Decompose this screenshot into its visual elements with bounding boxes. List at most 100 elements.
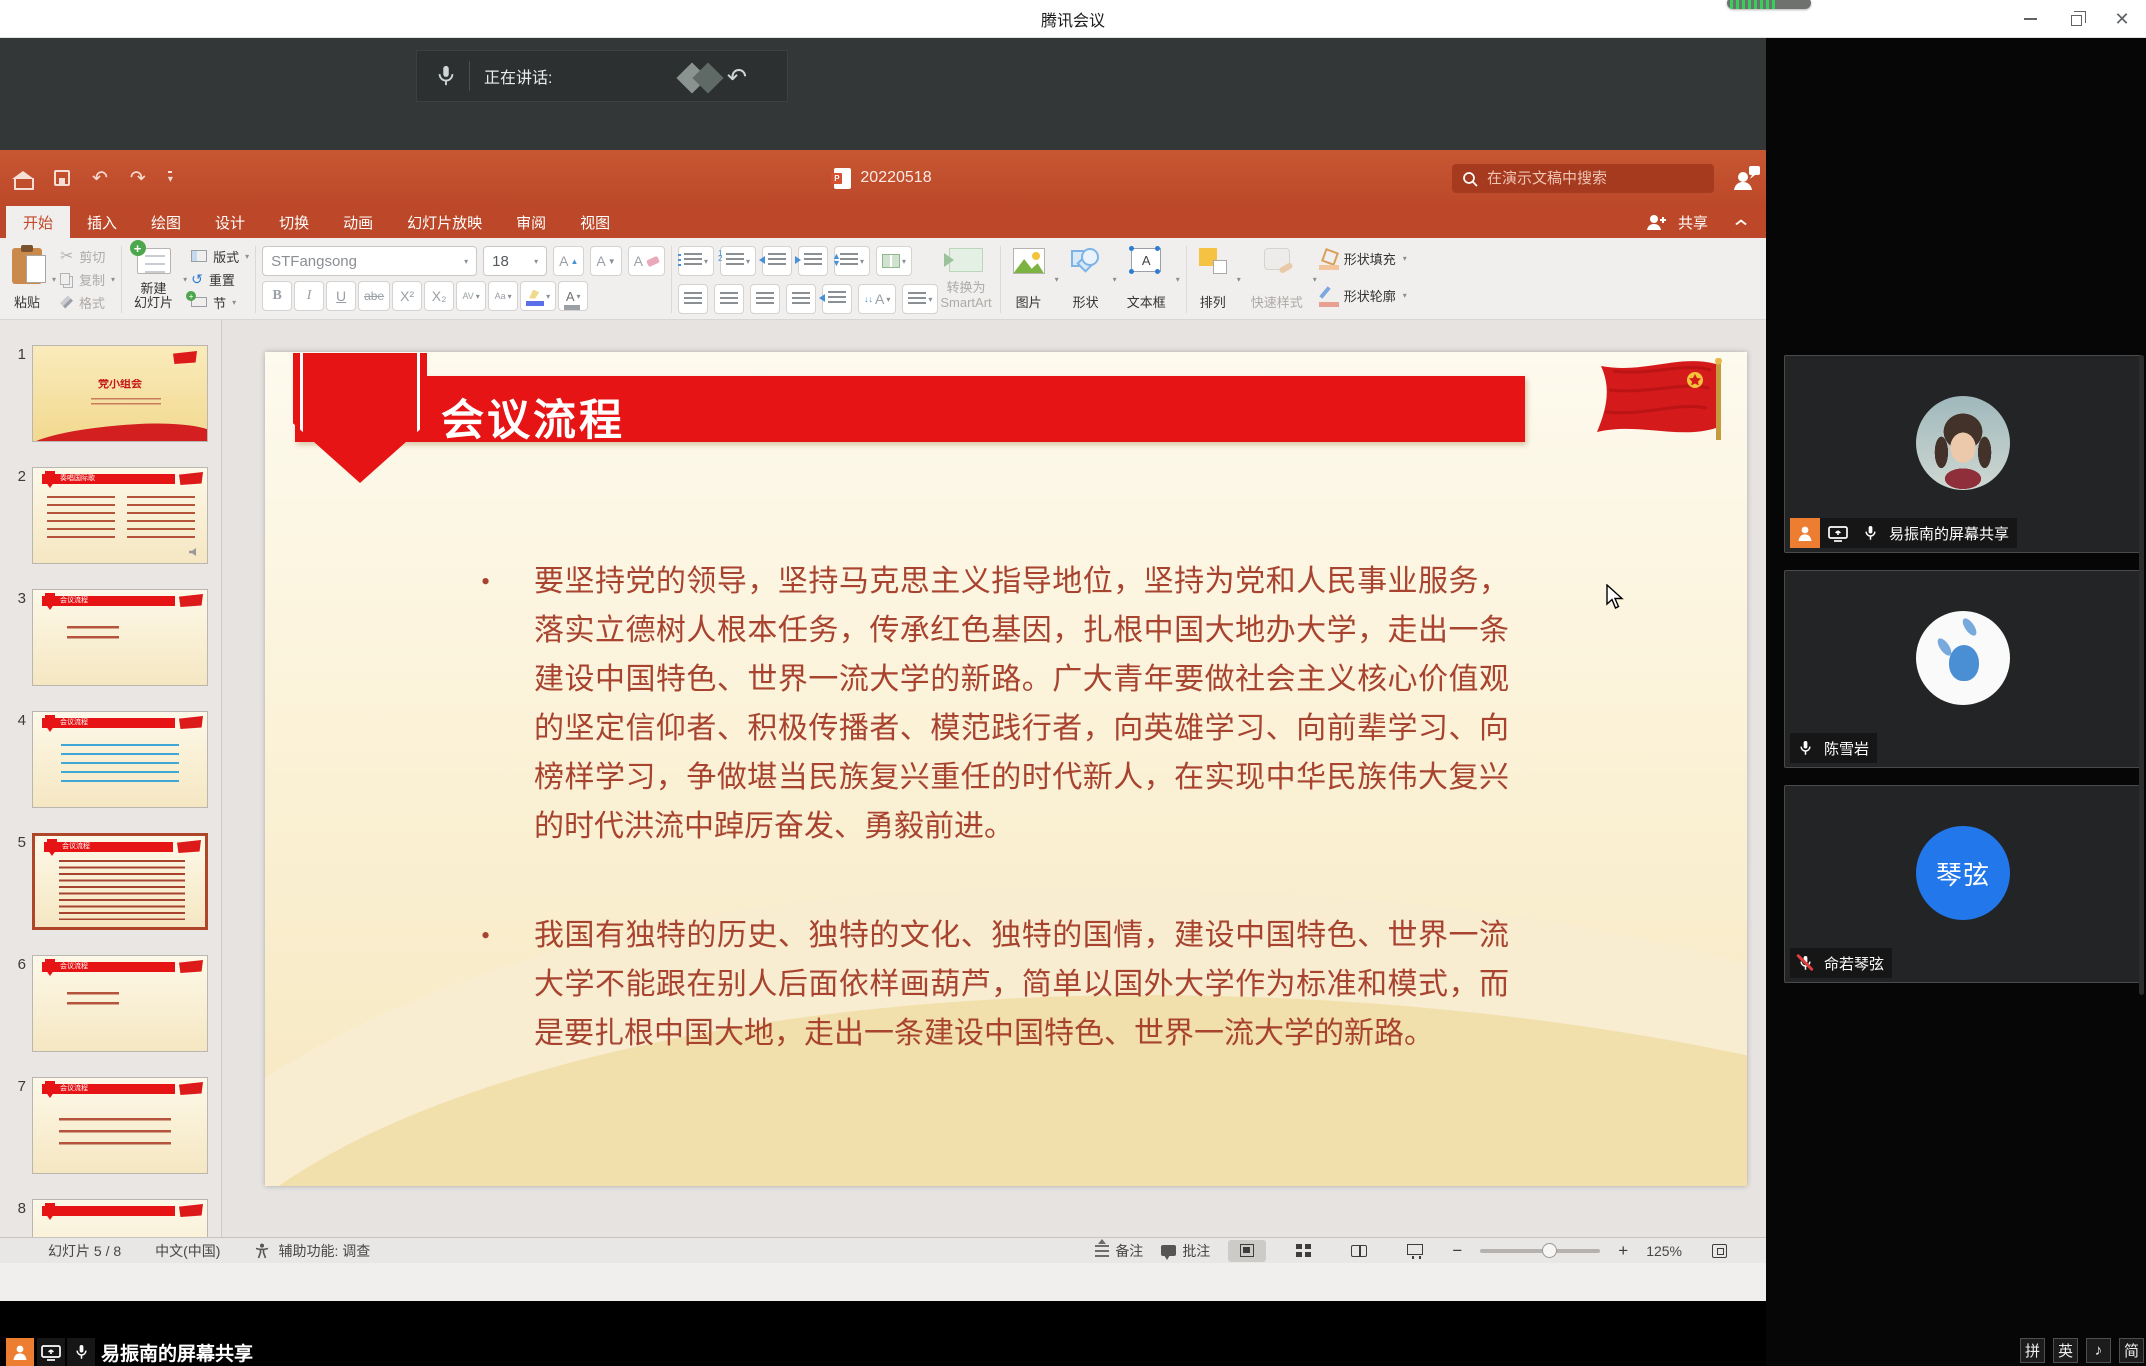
slide-thumbnail[interactable]: 会议流程 bbox=[32, 1077, 208, 1174]
zoom-slider[interactable] bbox=[1480, 1249, 1600, 1253]
participant-tile[interactable]: 易振南的屏幕共享 bbox=[1784, 355, 2142, 553]
close-button[interactable]: ✕ bbox=[2112, 9, 2132, 29]
character-spacing-button[interactable]: AV▾ bbox=[456, 281, 486, 311]
slide-sorter-button[interactable] bbox=[1284, 1240, 1322, 1262]
zoom-in-button[interactable]: + bbox=[1618, 1241, 1628, 1261]
cut-button[interactable]: ✂剪切 bbox=[60, 246, 115, 266]
maximize-button[interactable] bbox=[2066, 9, 2086, 29]
paste-button[interactable]: 粘贴 bbox=[6, 244, 48, 314]
collapse-ribbon-icon[interactable] bbox=[1734, 218, 1748, 225]
slide-thumbnail-row[interactable]: 6 会议流程 bbox=[0, 955, 221, 1052]
reset-button[interactable]: ↺重置 bbox=[191, 269, 249, 289]
distribute-button[interactable] bbox=[822, 284, 852, 314]
slide-thumbnail[interactable]: 奏唱国际歌 bbox=[32, 467, 208, 564]
slide-thumbnail-row[interactable]: 5 会议流程 bbox=[0, 833, 221, 930]
picture-button[interactable]: 图片 bbox=[1007, 244, 1051, 314]
subscript-button[interactable]: X₂ bbox=[424, 281, 454, 311]
shape-outline-button[interactable]: 形状轮廓▾ bbox=[1321, 286, 1407, 305]
decrease-indent-button[interactable] bbox=[762, 246, 792, 276]
ribbon-tab[interactable]: 幻灯片放映 bbox=[390, 206, 499, 238]
slide-thumbnail[interactable] bbox=[32, 1199, 208, 1237]
slide-thumbnail[interactable]: 会议流程 bbox=[32, 955, 208, 1052]
customize-toolbar-icon[interactable]: ▾ bbox=[168, 171, 172, 185]
zoom-level[interactable]: 125% bbox=[1646, 1243, 1682, 1259]
ribbon-tab[interactable]: 插入 bbox=[70, 206, 134, 238]
minimize-button[interactable] bbox=[2020, 9, 2040, 29]
justify-button[interactable] bbox=[786, 284, 816, 314]
font-name-select[interactable]: STFangsong▾ bbox=[262, 246, 477, 276]
shrink-font-button[interactable]: A▼ bbox=[590, 246, 621, 276]
align-center-button[interactable] bbox=[714, 284, 744, 314]
slide-thumbnail-panel[interactable]: 1 党小组会 2 bbox=[0, 320, 222, 1237]
slide-thumbnail[interactable]: 会议流程 bbox=[32, 833, 208, 930]
ime-item[interactable]: 简 bbox=[2119, 1338, 2144, 1363]
slide-thumbnail[interactable]: 会议流程 bbox=[32, 589, 208, 686]
reading-view-button[interactable] bbox=[1340, 1240, 1378, 1262]
slide-thumbnail-row[interactable]: 2 奏唱国际歌 bbox=[0, 467, 221, 564]
ribbon-tab[interactable]: 视图 bbox=[563, 206, 627, 238]
ime-item[interactable]: 英 bbox=[2053, 1338, 2078, 1363]
numbering-button[interactable]: 12▾ bbox=[720, 246, 756, 276]
slide-canvas[interactable]: 会议流程 要坚持党的领导，坚持马克思主义指导地位，坚持 bbox=[265, 352, 1747, 1186]
align-left-button[interactable] bbox=[678, 284, 708, 314]
shapes-button[interactable]: 形状 bbox=[1063, 244, 1109, 314]
superscript-button[interactable]: X² bbox=[392, 281, 422, 311]
slide-thumbnail[interactable]: 会议流程 bbox=[32, 711, 208, 808]
normal-view-button[interactable] bbox=[1228, 1240, 1266, 1262]
format-painter-button[interactable]: 格式 bbox=[60, 292, 115, 312]
presence-chat-icon[interactable] bbox=[1732, 164, 1762, 192]
arrange-button[interactable]: 排列 bbox=[1193, 244, 1233, 314]
slideshow-button[interactable] bbox=[1396, 1240, 1434, 1262]
slide-thumbnail-row[interactable]: 1 党小组会 bbox=[0, 345, 221, 442]
zoom-out-button[interactable]: − bbox=[1452, 1241, 1462, 1261]
layout-button[interactable]: 版式▾ bbox=[191, 246, 249, 266]
bullets-button[interactable]: ▾ bbox=[678, 246, 714, 276]
undo-icon[interactable]: ↶ bbox=[92, 167, 108, 190]
slide-thumbnail-row[interactable]: 7 会议流程 bbox=[0, 1077, 221, 1174]
ribbon-tab[interactable]: 动画 bbox=[326, 206, 390, 238]
search-input[interactable] bbox=[1487, 170, 1687, 187]
align-text-button[interactable]: ▾ bbox=[902, 284, 938, 314]
clear-formatting-button[interactable]: A bbox=[628, 246, 665, 276]
italic-button[interactable]: I bbox=[294, 281, 324, 311]
ribbon-tab[interactable]: 绘图 bbox=[134, 206, 198, 238]
columns-button[interactable]: ▾ bbox=[876, 246, 912, 276]
quick-styles-button[interactable]: 快速样式 bbox=[1245, 244, 1309, 314]
home-icon[interactable] bbox=[14, 172, 32, 188]
font-color-button[interactable]: A▾ bbox=[558, 281, 588, 311]
ribbon-tab[interactable]: 切换 bbox=[262, 206, 326, 238]
section-button[interactable]: 节▾ bbox=[191, 292, 249, 312]
slide-thumbnail[interactable]: 党小组会 bbox=[32, 345, 208, 442]
save-icon[interactable] bbox=[54, 170, 70, 186]
increase-indent-button[interactable] bbox=[798, 246, 828, 276]
accessibility-status[interactable]: 辅助功能: 调查 bbox=[278, 1241, 370, 1261]
share-button[interactable]: 共享 bbox=[1678, 212, 1708, 233]
zoom-slider-knob[interactable] bbox=[1542, 1243, 1557, 1258]
comments-button[interactable]: 批注 bbox=[1161, 1241, 1210, 1261]
slide-thumbnail-row[interactable]: 4 会议流程 bbox=[0, 711, 221, 808]
paste-dropdown-icon[interactable]: ▾ bbox=[52, 275, 56, 284]
strikethrough-button[interactable]: abe bbox=[358, 281, 390, 311]
notes-button[interactable]: 备注 bbox=[1095, 1241, 1143, 1261]
align-right-button[interactable] bbox=[750, 284, 780, 314]
ribbon-tab[interactable]: 设计 bbox=[198, 206, 262, 238]
slide-thumbnail-row[interactable]: 8 bbox=[0, 1199, 221, 1237]
copy-button[interactable]: 复制▾ bbox=[60, 269, 115, 289]
font-size-select[interactable]: 18▾ bbox=[483, 246, 547, 276]
textbox-button[interactable]: A文本框 bbox=[1121, 244, 1172, 314]
new-slide-dropdown-icon[interactable]: ▾ bbox=[183, 275, 187, 284]
underline-button[interactable]: U bbox=[326, 281, 356, 311]
text-direction-button[interactable]: ↓↓A▾ bbox=[858, 284, 896, 314]
slide-thumbnail-row[interactable]: 3 会议流程 bbox=[0, 589, 221, 686]
participant-tile[interactable]: 琴弦 命若琴弦 bbox=[1784, 785, 2142, 983]
ime-item[interactable]: ♪ bbox=[2086, 1338, 2111, 1363]
fit-to-window-button[interactable] bbox=[1700, 1240, 1738, 1262]
presentation-search[interactable] bbox=[1452, 164, 1714, 193]
new-slide-button[interactable]: 新建幻灯片 bbox=[128, 244, 179, 314]
ribbon-tab[interactable]: 开始 bbox=[6, 206, 70, 238]
ime-item[interactable]: 拼 bbox=[2020, 1338, 2045, 1363]
highlight-button[interactable]: ▾ bbox=[520, 281, 556, 311]
change-case-button[interactable]: Aa▾ bbox=[488, 281, 518, 311]
language-indicator[interactable]: 中文(中国) bbox=[155, 1241, 220, 1261]
line-spacing-button[interactable]: ▲▼▾ bbox=[834, 246, 870, 276]
